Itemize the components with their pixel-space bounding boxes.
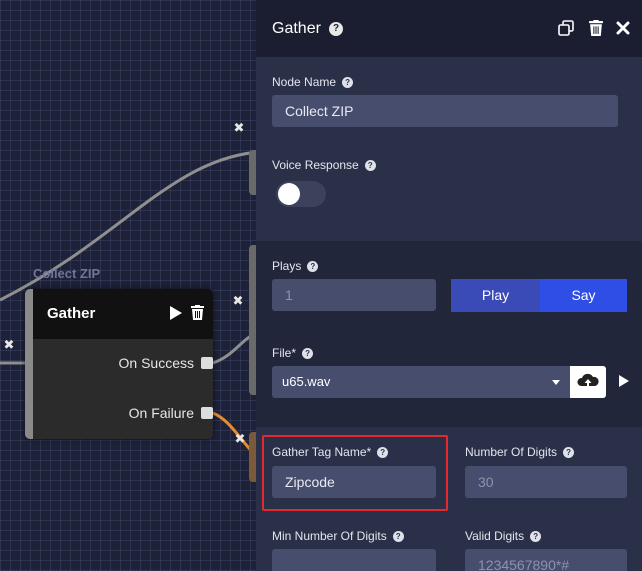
cloud-upload-icon xyxy=(577,373,599,386)
delete-link-icon[interactable]: ✖ xyxy=(233,121,245,134)
node-caption: Collect ZIP xyxy=(33,266,101,281)
trash-icon[interactable] xyxy=(588,20,604,36)
node-name-input[interactable]: Collect ZIP xyxy=(272,95,618,127)
node-name-label: Node Name? xyxy=(272,75,354,89)
number-of-digits-label: Number Of Digits? xyxy=(465,445,575,459)
voice-response-toggle[interactable] xyxy=(276,181,326,207)
help-icon[interactable]: ? xyxy=(329,22,343,36)
valid-digits-input[interactable]: 1234567890*# xyxy=(465,549,627,571)
toggle-knob xyxy=(278,183,300,205)
min-digits-input[interactable] xyxy=(272,549,436,571)
gather-node[interactable]: Gather On Success On Failure xyxy=(25,289,213,439)
node-title: Gather xyxy=(47,305,96,322)
play-icon[interactable] xyxy=(618,374,630,388)
delete-link-icon[interactable]: ✖ xyxy=(232,294,244,307)
properties-panel: Gather ? Node Name? Collect ZIP Voice Re… xyxy=(256,0,642,571)
play-mode-button[interactable]: Play xyxy=(451,279,540,312)
number-of-digits-input[interactable]: 30 xyxy=(465,466,627,498)
port-label-failure: On Failure xyxy=(128,405,194,421)
valid-digits-label: Valid Digits? xyxy=(465,529,542,543)
delete-link-icon[interactable]: ✖ xyxy=(234,432,246,445)
port-success[interactable] xyxy=(201,357,213,369)
help-icon[interactable]: ? xyxy=(342,77,354,88)
help-icon[interactable]: ? xyxy=(364,160,376,171)
port-failure[interactable] xyxy=(201,407,213,419)
close-icon[interactable] xyxy=(615,20,631,36)
node-header[interactable]: Gather xyxy=(33,289,213,339)
help-icon[interactable]: ? xyxy=(530,531,542,542)
help-icon[interactable]: ? xyxy=(377,447,389,458)
plays-input[interactable]: 1 xyxy=(272,279,436,311)
help-icon[interactable]: ? xyxy=(307,261,319,272)
gather-tag-label: Gather Tag Name*? xyxy=(272,445,389,459)
gather-tag-input[interactable]: Zipcode xyxy=(272,466,436,498)
file-select[interactable]: u65.wav xyxy=(272,366,570,398)
file-select-value: u65.wav xyxy=(282,374,331,389)
panel-title: Gather xyxy=(272,20,321,37)
file-label: File*? xyxy=(272,346,314,360)
help-icon[interactable]: ? xyxy=(563,447,575,458)
play-icon[interactable] xyxy=(169,306,183,320)
help-icon[interactable]: ? xyxy=(302,348,314,359)
chevron-down-icon xyxy=(552,380,560,385)
delete-link-icon[interactable]: ✖ xyxy=(3,338,15,351)
help-icon[interactable]: ? xyxy=(392,531,404,542)
port-label-success: On Success xyxy=(118,355,194,371)
say-mode-button[interactable]: Say xyxy=(540,279,627,312)
copy-icon[interactable] xyxy=(558,20,574,36)
node-stripe xyxy=(25,289,33,439)
min-digits-label: Min Number Of Digits? xyxy=(272,529,404,543)
voice-response-label: Voice Response? xyxy=(272,158,376,172)
panel-header: Gather ? xyxy=(256,0,642,57)
trash-icon[interactable] xyxy=(191,305,204,320)
plays-label: Plays? xyxy=(272,259,319,273)
upload-file-button[interactable] xyxy=(570,366,606,398)
